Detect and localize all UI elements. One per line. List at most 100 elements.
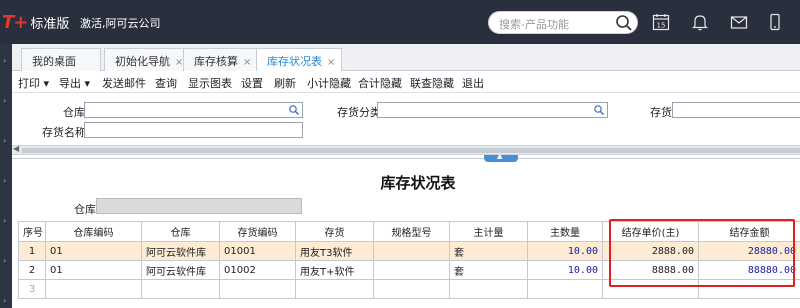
inventory-field[interactable] bbox=[672, 102, 800, 118]
scroll-left-icon[interactable]: ◀ bbox=[13, 144, 19, 153]
table-header-row: 序号 仓库编码 仓库 存货编码 存货 规格型号 主计量 主数量 结存单价(主) … bbox=[18, 221, 800, 242]
quantity-cell[interactable]: 10.00 bbox=[527, 241, 603, 261]
tab-label: 我的桌面 bbox=[32, 55, 76, 68]
inventory-category-field[interactable] bbox=[377, 102, 608, 118]
column-header[interactable]: 规格型号 bbox=[373, 221, 450, 242]
spec-cell[interactable] bbox=[373, 279, 450, 299]
column-header[interactable]: 存货 bbox=[295, 221, 374, 242]
report-warehouse-label: 仓库 bbox=[74, 203, 96, 216]
quantity-cell[interactable] bbox=[527, 279, 603, 299]
horizontal-scrollbar[interactable]: ◀ bbox=[12, 144, 800, 155]
divider bbox=[12, 158, 800, 159]
inventory-code-cell[interactable]: 01001 bbox=[219, 241, 296, 261]
scrollbar-thumb[interactable] bbox=[22, 148, 800, 153]
app-logo[interactable]: T+ 标准版 bbox=[2, 11, 69, 33]
chevron-down-icon: ▾ bbox=[43, 77, 50, 90]
refresh-button[interactable]: 刷新 bbox=[274, 75, 296, 91]
amount-cell[interactable]: 28880.00 bbox=[698, 241, 800, 261]
nav-arrow-icon: › bbox=[3, 216, 7, 225]
chevron-up-icon: ▲ bbox=[497, 152, 503, 160]
toolbar: 打印 ▾ 导出 ▾ 发送邮件 查询 显示图表 设置 刷新 小计隐藏 合计隐藏 联… bbox=[12, 71, 800, 93]
amount-cell[interactable]: 88880.00 bbox=[698, 260, 800, 280]
quantity-cell[interactable]: 10.00 bbox=[527, 260, 603, 280]
unit-cell[interactable]: 套 bbox=[449, 241, 528, 261]
column-header[interactable]: 结存金额 bbox=[698, 221, 800, 242]
unit-cell[interactable]: 套 bbox=[449, 260, 528, 280]
spec-cell[interactable] bbox=[373, 241, 450, 261]
column-header[interactable]: 存货编码 bbox=[219, 221, 296, 242]
unit-price-cell[interactable]: 8888.00 bbox=[602, 260, 699, 280]
close-icon[interactable]: × bbox=[243, 57, 251, 68]
close-icon[interactable]: × bbox=[327, 57, 335, 68]
warehouse-cell[interactable]: 阿可云软件库 bbox=[141, 241, 220, 261]
mail-icon[interactable] bbox=[729, 12, 749, 32]
column-header[interactable]: 仓库编码 bbox=[45, 221, 142, 242]
report-title: 库存状况表 bbox=[380, 174, 456, 192]
column-header[interactable]: 结存单价(主) bbox=[602, 221, 699, 242]
print-button[interactable]: 打印 ▾ bbox=[18, 75, 49, 91]
reference-lookup-icon[interactable] bbox=[288, 104, 300, 116]
inventory-cell[interactable] bbox=[295, 279, 374, 299]
export-button[interactable]: 导出 ▾ bbox=[59, 75, 90, 91]
inventory-label: 存货 bbox=[650, 106, 672, 119]
unit-price-cell[interactable] bbox=[602, 279, 699, 299]
unit-cell[interactable] bbox=[449, 279, 528, 299]
top-bar: T+ 标准版 激活,阿可云公司 搜索-产品功能 15 bbox=[0, 0, 800, 44]
calendar-day: 15 bbox=[657, 22, 666, 30]
table-row[interactable]: 1 01 阿可云软件库 01001 用友T3软件 套 10.00 2888.00… bbox=[18, 241, 800, 261]
column-header[interactable]: 主计量 bbox=[449, 221, 528, 242]
show-chart-button[interactable]: 显示图表 bbox=[188, 75, 232, 91]
table-row[interactable]: 3 bbox=[18, 279, 800, 299]
search-box[interactable]: 搜索-产品功能 bbox=[488, 11, 638, 34]
warehouse-label: 仓库 bbox=[63, 106, 85, 119]
query-button[interactable]: 查询 bbox=[155, 75, 177, 91]
tab-my-desktop[interactable]: 我的桌面 bbox=[21, 48, 101, 71]
inventory-name-label: 存货名称 bbox=[42, 126, 86, 139]
column-header[interactable]: 仓库 bbox=[141, 221, 220, 242]
inventory-name-field[interactable] bbox=[84, 122, 303, 138]
column-header[interactable]: 主数量 bbox=[527, 221, 603, 242]
hide-subtotal-button[interactable]: 小计隐藏 bbox=[307, 75, 351, 91]
tab-label: 库存状况表 bbox=[267, 55, 322, 68]
nav-arrow-icon: › bbox=[3, 96, 7, 105]
warehouse-code-cell[interactable] bbox=[45, 279, 142, 299]
tab-inventory-accounting[interactable]: 库存核算 × bbox=[183, 48, 257, 71]
spec-cell[interactable] bbox=[373, 260, 450, 280]
exit-button[interactable]: 退出 bbox=[462, 75, 484, 91]
tab-init-nav[interactable]: 初始化导航 × bbox=[104, 48, 188, 71]
warehouse-code-cell[interactable]: 01 bbox=[45, 241, 142, 261]
inventory-cell[interactable]: 用友T3软件 bbox=[295, 241, 374, 261]
collapse-filter-toggle[interactable]: ▲ bbox=[484, 152, 518, 162]
row-index: 1 bbox=[18, 241, 46, 261]
tab-label: 库存核算 bbox=[194, 55, 238, 68]
column-header[interactable]: 序号 bbox=[18, 221, 46, 242]
inventory-code-cell[interactable] bbox=[219, 279, 296, 299]
warehouse-code-cell[interactable]: 01 bbox=[45, 260, 142, 280]
warehouse-cell[interactable] bbox=[141, 279, 220, 299]
settings-button[interactable]: 设置 bbox=[241, 75, 263, 91]
amount-cell[interactable] bbox=[698, 279, 800, 299]
filter-panel: 仓库 存货分类 存货 存货名称 bbox=[12, 93, 800, 145]
send-email-button[interactable]: 发送邮件 bbox=[102, 75, 146, 91]
nav-arrow-icon: › bbox=[3, 296, 7, 305]
tab-label: 初始化导航 bbox=[115, 55, 170, 68]
reference-lookup-icon[interactable] bbox=[593, 104, 605, 116]
nav-arrow-icon: › bbox=[3, 136, 7, 145]
mobile-icon[interactable] bbox=[765, 12, 785, 32]
warehouse-field[interactable] bbox=[84, 102, 303, 118]
unit-price-cell[interactable]: 2888.00 bbox=[602, 241, 699, 261]
inventory-code-cell[interactable]: 01002 bbox=[219, 260, 296, 280]
logo-mark: T+ bbox=[2, 11, 28, 33]
nav-arrow-icon: › bbox=[3, 56, 7, 65]
hide-linked-query-button[interactable]: 联查隐藏 bbox=[410, 75, 454, 91]
company-name[interactable]: 激活,阿可云公司 bbox=[80, 15, 161, 31]
tab-inventory-status[interactable]: 库存状况表 × bbox=[256, 48, 342, 72]
inventory-category-label: 存货分类 bbox=[337, 106, 381, 119]
bell-icon[interactable] bbox=[690, 12, 710, 32]
calendar-icon[interactable]: 15 bbox=[651, 12, 671, 32]
search-icon[interactable] bbox=[615, 14, 633, 32]
table-row[interactable]: 2 01 阿可云软件库 01002 用友T+软件 套 10.00 8888.00… bbox=[18, 260, 800, 280]
inventory-cell[interactable]: 用友T+软件 bbox=[295, 260, 374, 280]
warehouse-cell[interactable]: 阿可云软件库 bbox=[141, 260, 220, 280]
hide-total-button[interactable]: 合计隐藏 bbox=[358, 75, 402, 91]
